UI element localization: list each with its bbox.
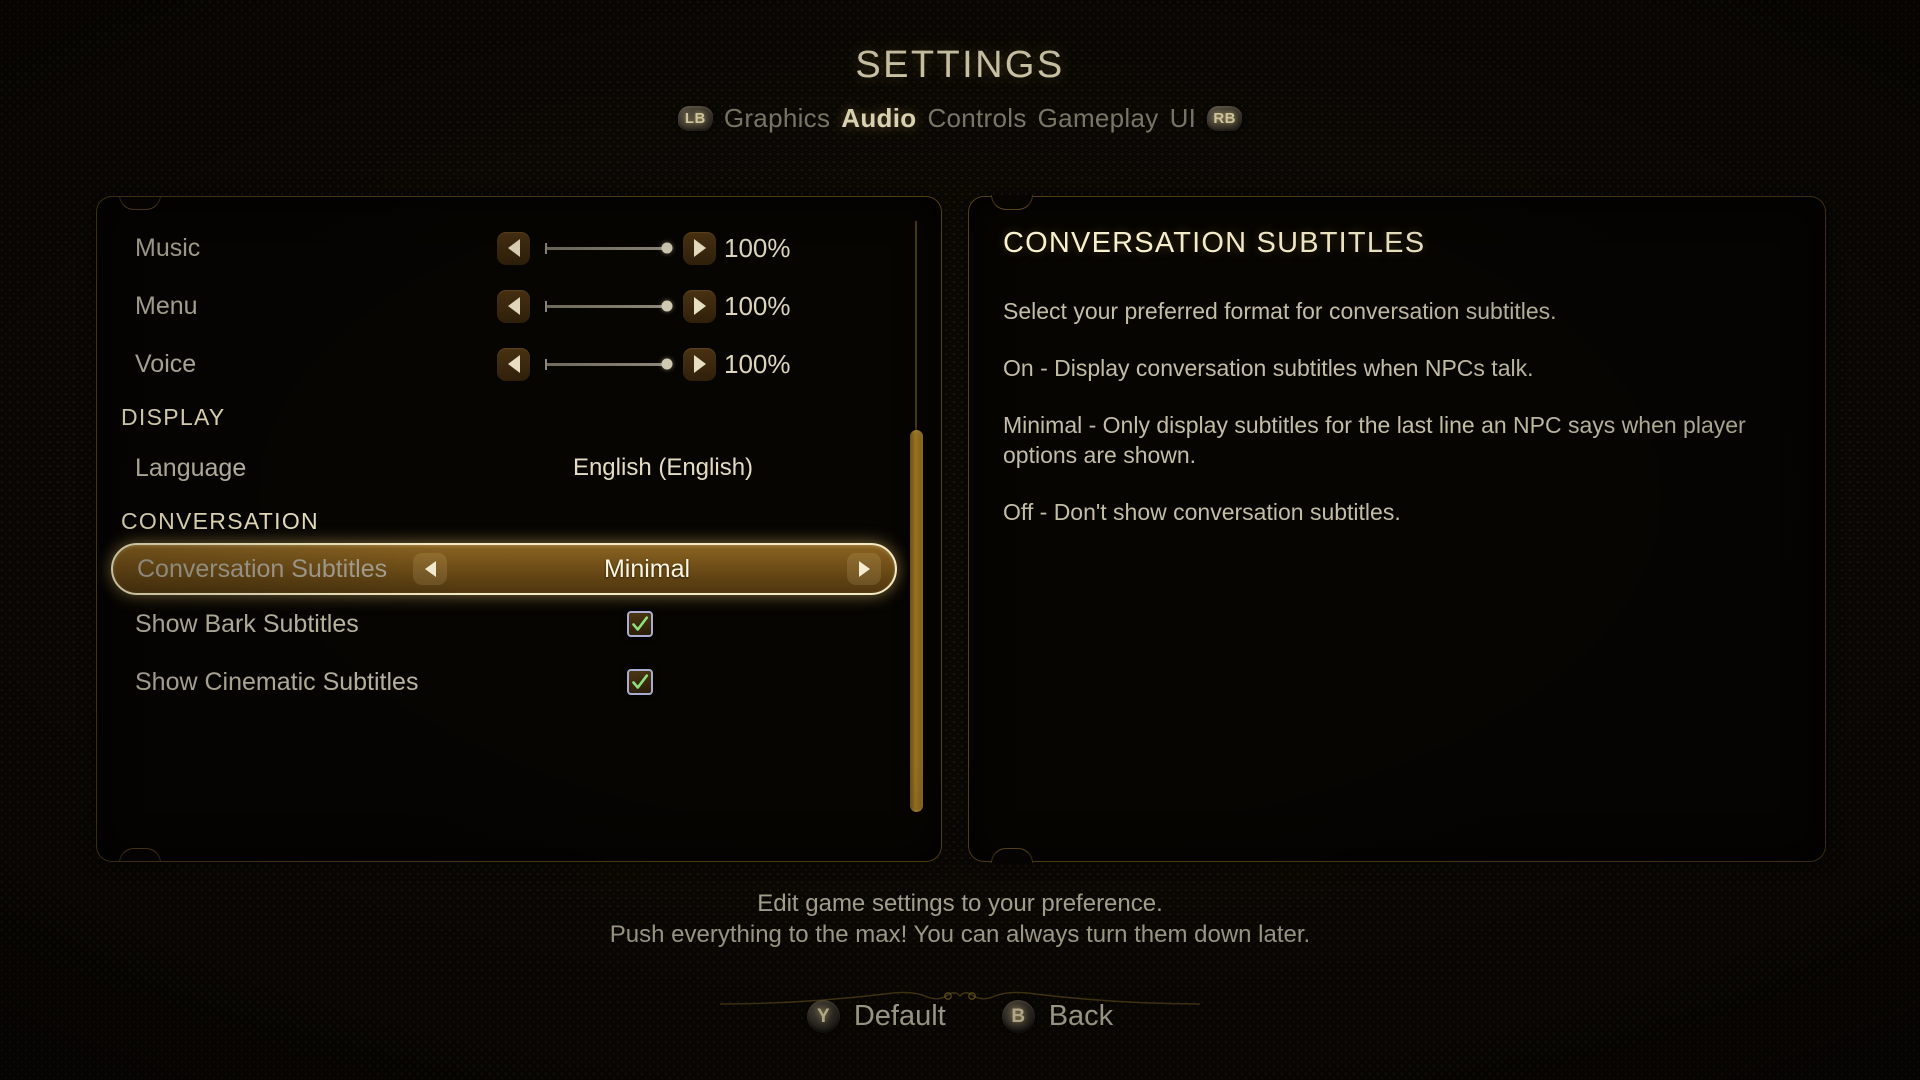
section-header-conversation: CONVERSATION <box>121 507 319 534</box>
slider-thumb[interactable] <box>661 242 673 254</box>
description-paragraph: On - Display conversation subtitles when… <box>1003 354 1534 381</box>
setting-label: Voice <box>135 349 197 378</box>
slider-thumb[interactable] <box>661 358 673 370</box>
tab-ui[interactable]: UI <box>1170 103 1197 134</box>
checkmark-icon <box>632 616 649 631</box>
setting-label: Show Cinematic Subtitles <box>135 667 419 696</box>
setting-row-voice[interactable]: Voice 100% <box>97 335 909 393</box>
slider-increase-icon[interactable] <box>683 231 716 265</box>
footer-button-default[interactable]: Y Default <box>806 1000 946 1033</box>
description-title: CONVERSATION SUBTITLES <box>1003 227 1426 259</box>
slider-decrease-icon[interactable] <box>497 231 530 265</box>
setting-row-show-cinematic-subtitles[interactable]: Show Cinematic Subtitles <box>97 653 909 711</box>
tab-bar: LB Graphics Audio Controls Gameplay UI R… <box>0 103 1920 134</box>
selector-controls: Minimal <box>413 553 881 585</box>
hint-line-2: Push everything to the max! You can alwa… <box>609 921 1311 949</box>
divider-flourish-icon <box>719 991 1201 1005</box>
selector-value: Minimal <box>603 554 691 583</box>
slider-track[interactable] <box>545 242 673 254</box>
selector-next-icon[interactable] <box>847 553 881 585</box>
description-paragraph: Minimal - Only display subtitles for the… <box>1003 411 1746 469</box>
button-glyph-b-icon: B <box>1001 1000 1035 1033</box>
slider-decrease-icon[interactable] <box>497 347 530 381</box>
slider-value: 100% <box>724 290 791 321</box>
scrollbar-thumb[interactable] <box>910 430 923 813</box>
section-header-display: DISPLAY <box>121 403 226 430</box>
slider-track[interactable] <box>545 358 673 370</box>
footer-button-label: Back <box>1048 1000 1114 1032</box>
tab-controls[interactable]: Controls <box>927 103 1026 134</box>
slider-increase-icon[interactable] <box>683 347 716 381</box>
settings-list-panel: Music 100% Menu 100% Voice 100% DISPLAY … <box>96 196 942 862</box>
slider-value: 100% <box>724 232 791 263</box>
setting-row-conversation-subtitles[interactable]: Conversation Subtitles Minimal <box>111 543 897 595</box>
hint-text: Edit game settings to your preference. P… <box>0 888 1920 950</box>
setting-value: English (English) <box>572 454 754 481</box>
checkmark-icon <box>632 674 649 689</box>
description-paragraph: Select your preferred format for convers… <box>1003 298 1557 324</box>
checkbox-show-cinematic-subtitles[interactable] <box>627 669 653 695</box>
setting-label: Show Bark Subtitles <box>135 609 359 638</box>
setting-label: Menu <box>135 291 198 320</box>
bumper-rb-icon[interactable]: RB <box>1207 106 1243 131</box>
button-glyph-y-icon: Y <box>806 1000 840 1033</box>
hint-line-1: Edit game settings to your preference. <box>757 890 1163 917</box>
checkbox-show-bark-subtitles[interactable] <box>627 611 653 637</box>
slider-group: 100% <box>497 347 800 381</box>
setting-label: Music <box>135 233 201 262</box>
description-paragraph: Off - Don't show conversation subtitles. <box>1003 499 1401 526</box>
slider-value: 100% <box>724 348 791 379</box>
selector-previous-icon[interactable] <box>413 553 447 585</box>
settings-list-viewport: Music 100% Menu 100% Voice 100% DISPLAY … <box>97 197 909 861</box>
setting-row-menu[interactable]: Menu 100% <box>97 277 909 335</box>
setting-row-show-bark-subtitles[interactable]: Show Bark Subtitles <box>97 595 909 653</box>
footer-button-label: Default <box>853 1000 946 1032</box>
setting-label: Language <box>135 453 247 482</box>
bumper-lb-icon[interactable]: LB <box>677 106 713 131</box>
tab-audio[interactable]: Audio <box>841 103 916 134</box>
description-panel: CONVERSATION SUBTITLES Select your prefe… <box>968 195 1826 863</box>
footer-button-bar: Y Default B Back <box>0 991 1920 1033</box>
slider-increase-icon[interactable] <box>683 289 716 323</box>
tab-gameplay[interactable]: Gameplay <box>1038 103 1159 134</box>
slider-group: 100% <box>497 231 800 265</box>
scrollbar-track-upper <box>915 221 917 431</box>
footer-button-back[interactable]: B Back <box>1001 1000 1114 1033</box>
page-title: SETTINGS <box>855 44 1065 86</box>
scrollbar[interactable] <box>910 221 923 837</box>
slider-group: 100% <box>497 289 800 323</box>
tab-graphics[interactable]: Graphics <box>724 103 830 134</box>
slider-thumb[interactable] <box>661 300 673 312</box>
slider-track[interactable] <box>545 300 673 312</box>
slider-decrease-icon[interactable] <box>497 289 530 323</box>
setting-row-music[interactable]: Music 100% <box>97 219 909 277</box>
setting-row-language[interactable]: Language English (English) <box>97 439 909 497</box>
setting-label: Conversation Subtitles <box>137 554 388 583</box>
